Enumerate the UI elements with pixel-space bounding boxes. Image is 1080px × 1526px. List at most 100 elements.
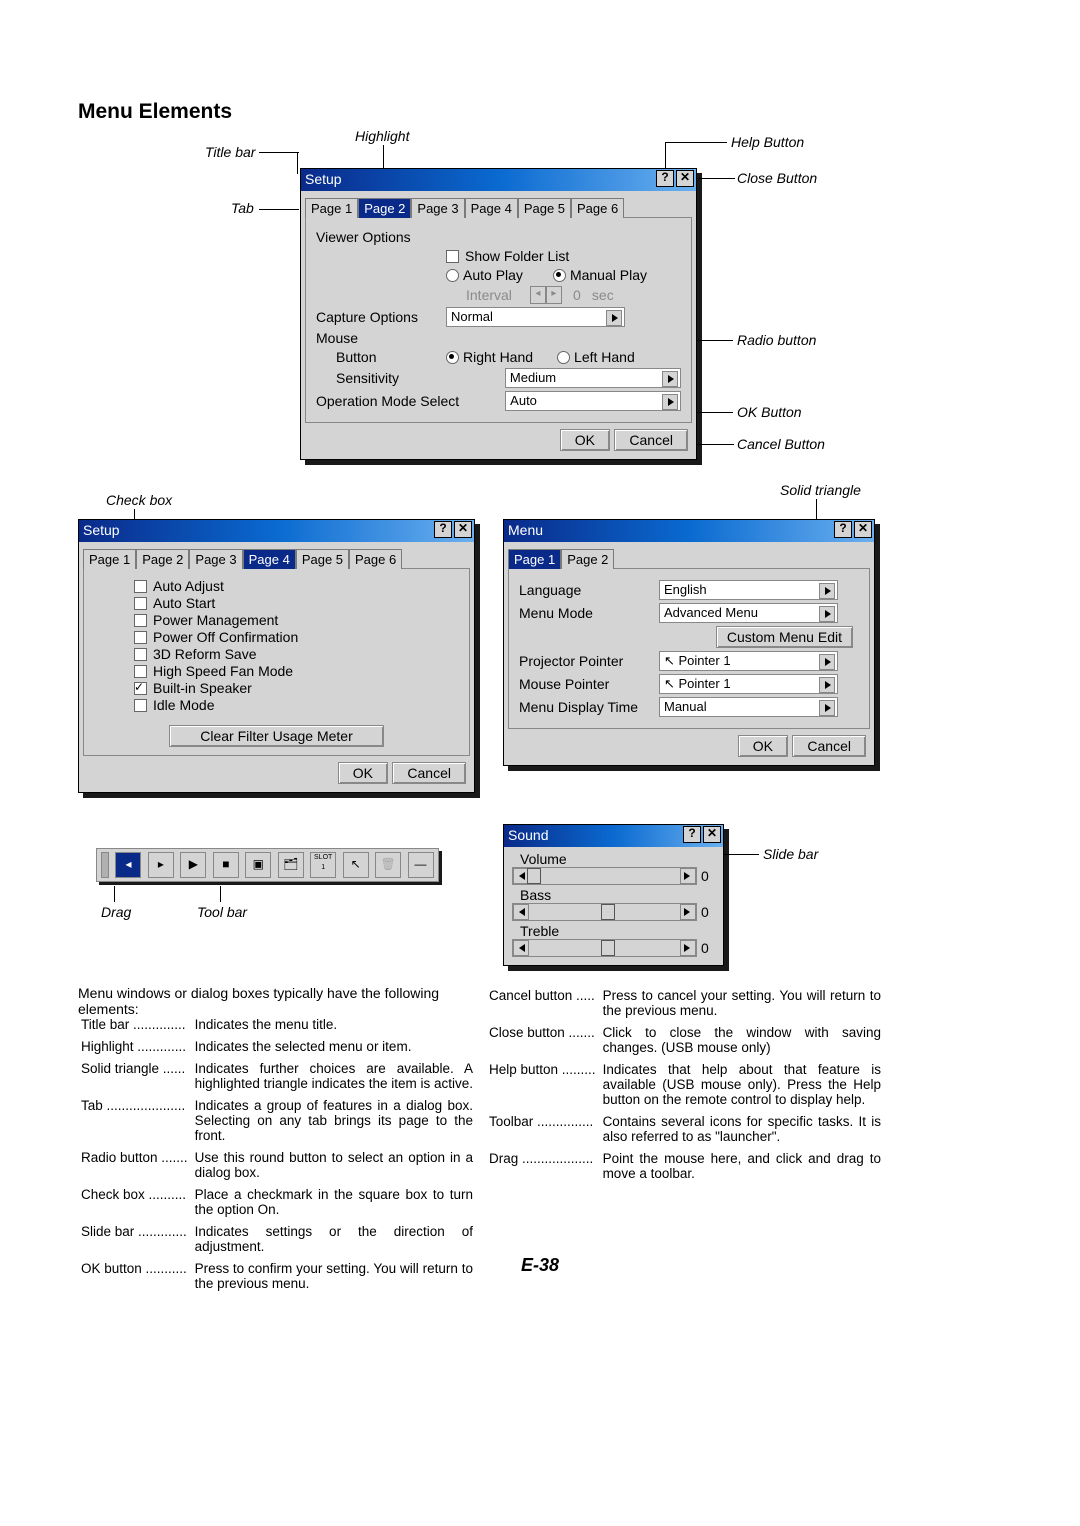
label-checkbox: Check box xyxy=(106,492,172,508)
checkbox[interactable] xyxy=(134,631,147,644)
radio-auto-play[interactable] xyxy=(446,269,459,282)
tab-page-5[interactable]: Page 5 xyxy=(296,549,349,569)
chevron-right-icon xyxy=(606,310,622,326)
clear-filter-button[interactable]: Clear Filter Usage Meter xyxy=(169,725,384,747)
definition: Indicates further choices are available.… xyxy=(194,1060,474,1095)
tab-page-1[interactable]: Page 1 xyxy=(305,198,358,218)
close-icon[interactable]: ✕ xyxy=(854,521,872,538)
checkbox[interactable] xyxy=(134,580,147,593)
language-label: Language xyxy=(519,582,659,598)
term: Radio button ....... xyxy=(80,1149,192,1184)
ok-button[interactable]: OK xyxy=(560,429,610,451)
radio-left-hand[interactable] xyxy=(557,351,570,364)
tab-row: Page 1Page 2 xyxy=(508,548,870,568)
checkbox[interactable] xyxy=(134,648,147,661)
radio-manual-play[interactable] xyxy=(553,269,566,282)
titlebar[interactable]: Menu ? ✕ xyxy=(504,520,874,542)
custom-menu-edit-button[interactable]: Custom Menu Edit xyxy=(716,626,853,648)
show-folder-list-label: Show Folder List xyxy=(465,248,569,264)
checkbox-show-folder-list[interactable] xyxy=(446,250,459,263)
select-menu-mode[interactable]: Advanced Menu xyxy=(659,603,838,623)
tab-page-4[interactable]: Page 4 xyxy=(465,198,518,218)
tab-page-2[interactable]: Page 2 xyxy=(136,549,189,569)
auto-play-label: Auto Play xyxy=(463,267,523,283)
select-language[interactable]: English xyxy=(659,580,838,600)
definition: Click to close the window with saving ch… xyxy=(602,1024,882,1059)
help-icon[interactable]: ? xyxy=(683,826,701,843)
titlebar[interactable]: Setup ? ✕ xyxy=(301,169,696,191)
sensitivity-label: Sensitivity xyxy=(316,370,446,386)
tab-page-3[interactable]: Page 3 xyxy=(411,198,464,218)
slider-bass[interactable] xyxy=(512,903,697,921)
select-projector-pointer[interactable]: ↖ Pointer 1 xyxy=(659,651,838,671)
tab-page-1[interactable]: Page 1 xyxy=(508,549,561,569)
label-tab: Tab xyxy=(231,200,254,216)
help-icon[interactable]: ? xyxy=(656,170,674,187)
tab-page-6[interactable]: Page 6 xyxy=(571,198,624,218)
delete-icon[interactable]: 🗑 xyxy=(375,852,401,878)
window-icon[interactable]: ▣ xyxy=(245,852,271,878)
cancel-button[interactable]: Cancel xyxy=(392,762,466,784)
toolbar-launcher[interactable]: ◂ ▸ ▶ ■ ▣ 🗂 SLOT1 ↖ 🗑 — xyxy=(96,848,439,882)
drag-handle[interactable] xyxy=(101,852,109,878)
tab-page-6[interactable]: Page 6 xyxy=(349,549,402,569)
select-sensitivity[interactable]: Medium xyxy=(505,368,681,388)
cancel-button[interactable]: Cancel xyxy=(614,429,688,451)
play-icon[interactable]: ▶ xyxy=(180,852,206,878)
next-icon[interactable]: ▸ xyxy=(148,852,174,878)
cancel-button[interactable]: Cancel xyxy=(792,735,866,757)
definition: Contains several icons for specific task… xyxy=(602,1113,882,1148)
slot-icon[interactable]: SLOT1 xyxy=(310,852,336,878)
checkbox[interactable] xyxy=(134,699,147,712)
checkbox[interactable] xyxy=(134,682,147,695)
help-icon[interactable]: ? xyxy=(834,521,852,538)
folder-icon[interactable]: 🗂 xyxy=(278,852,304,878)
select-menu-display-time[interactable]: Manual xyxy=(659,697,838,717)
chevron-right-icon xyxy=(819,700,835,716)
titlebar[interactable]: Setup ? ✕ xyxy=(79,520,474,542)
pointer-icon[interactable]: ↖ xyxy=(343,852,369,878)
prev-icon[interactable]: ◂ xyxy=(115,852,141,878)
help-icon[interactable]: ? xyxy=(434,521,452,538)
treble-value: 0 xyxy=(701,940,715,956)
close-icon[interactable]: ✕ xyxy=(703,826,721,843)
label-solidtri: Solid triangle xyxy=(780,482,861,498)
interval-label: Interval xyxy=(466,287,512,303)
section-heading: Menu Elements xyxy=(78,100,232,124)
definition: Indicates a group of features in a dialo… xyxy=(194,1097,474,1147)
tab-page-2[interactable]: Page 2 xyxy=(561,549,614,569)
slider-treble[interactable] xyxy=(512,939,697,957)
tab-page-5[interactable]: Page 5 xyxy=(518,198,571,218)
chevron-right-icon xyxy=(662,394,678,410)
select-capture-options[interactable]: Normal xyxy=(446,307,625,327)
stop-icon[interactable]: ■ xyxy=(213,852,239,878)
select-operation-mode[interactable]: Auto xyxy=(505,391,681,411)
chevron-right-icon xyxy=(662,371,678,387)
interval-spinner[interactable]: ◂▸ xyxy=(530,286,562,304)
definition: Point the mouse here, and click and drag… xyxy=(602,1150,882,1185)
checkbox[interactable] xyxy=(134,665,147,678)
ok-button[interactable]: OK xyxy=(738,735,788,757)
tab-page-3[interactable]: Page 3 xyxy=(189,549,242,569)
checkbox-label: Built-in Speaker xyxy=(153,680,252,696)
select-mouse-pointer[interactable]: ↖ Pointer 1 xyxy=(659,674,838,694)
minimize-icon[interactable]: — xyxy=(408,852,434,878)
definition: Place a checkmark in the square box to t… xyxy=(194,1186,474,1221)
tab-page-4[interactable]: Page 4 xyxy=(243,549,296,569)
tab-page-2[interactable]: Page 2 xyxy=(358,198,411,218)
slider-volume[interactable] xyxy=(512,867,697,885)
close-icon[interactable]: ✕ xyxy=(676,170,694,187)
ok-button[interactable]: OK xyxy=(338,762,388,784)
checkbox[interactable] xyxy=(134,597,147,610)
window-title: Menu xyxy=(508,522,543,538)
window-title: Setup xyxy=(83,522,120,538)
close-icon[interactable]: ✕ xyxy=(454,521,472,538)
checkbox-label: Auto Start xyxy=(153,595,215,611)
checkbox[interactable] xyxy=(134,614,147,627)
tab-page-1[interactable]: Page 1 xyxy=(83,549,136,569)
window-title: Setup xyxy=(305,171,342,187)
definition: Indicates settings or the direction of a… xyxy=(194,1223,474,1258)
radio-right-hand[interactable] xyxy=(446,351,459,364)
interval-value: 0 xyxy=(562,287,592,303)
titlebar[interactable]: Sound ? ✕ xyxy=(504,825,723,847)
